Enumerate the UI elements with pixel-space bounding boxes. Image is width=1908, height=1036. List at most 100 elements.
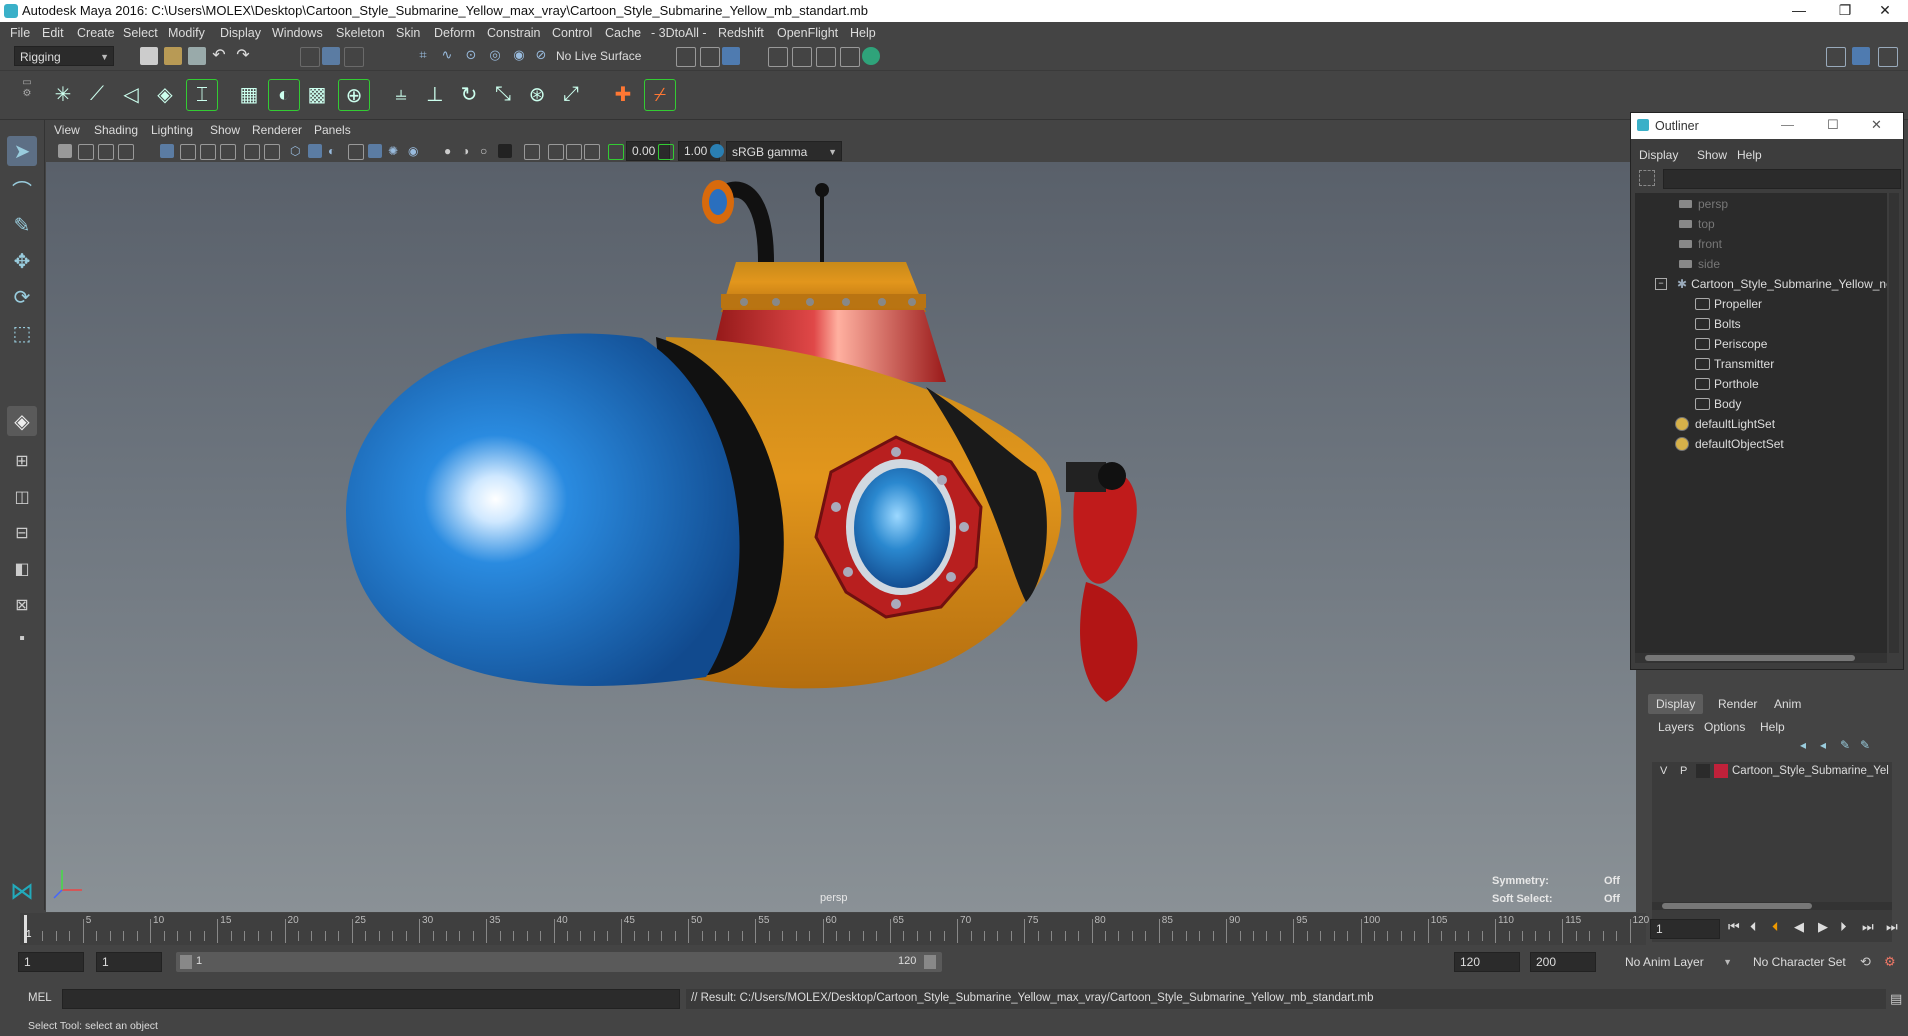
menu-control[interactable]: Control [552, 26, 592, 40]
attribute-editor-toggle-icon[interactable] [1878, 47, 1898, 67]
collapse-icon[interactable]: − [1655, 278, 1667, 290]
hud-toggle-icon[interactable]: ○ [480, 144, 494, 158]
outliner-filter-icon[interactable] [1639, 170, 1655, 186]
close-button[interactable]: ✕ [1862, 0, 1908, 22]
menu-skin[interactable]: Skin [396, 26, 420, 40]
outliner-item-porthole[interactable]: Porthole [1695, 375, 1759, 393]
layer-type-toggle[interactable] [1696, 764, 1710, 778]
select-hierarchy-icon[interactable] [300, 47, 320, 67]
range-slider-end-handle[interactable] [924, 955, 936, 969]
step-forward-icon[interactable]: ⏵ [1840, 919, 1847, 935]
menu-constrain[interactable]: Constrain [487, 26, 541, 40]
vp-menu-renderer[interactable]: Renderer [252, 123, 302, 137]
range-slider-start-handle[interactable] [180, 955, 192, 969]
field-chart-icon[interactable] [584, 144, 600, 160]
layer-color-swatch[interactable] [1714, 764, 1728, 778]
gamma-icon[interactable] [658, 144, 674, 160]
playback-end-field[interactable]: 120 [1454, 952, 1520, 972]
ik-spline-icon[interactable]: ◁ [116, 79, 146, 109]
motion-blur-icon[interactable]: ✺ [388, 144, 402, 158]
color-space-dropdown[interactable]: sRGB gamma ▼ [726, 141, 842, 161]
outliner-titlebar[interactable]: Outliner — ☐ ✕ [1631, 113, 1903, 139]
script-language-toggle[interactable]: MEL [28, 992, 52, 1004]
persp-outliner-icon[interactable]: ◧ [7, 554, 37, 584]
xray-icon[interactable] [308, 144, 322, 158]
outliner-item-front[interactable]: front [1679, 235, 1722, 253]
step-forward-key-icon[interactable]: ⏭ [1862, 919, 1874, 935]
shade-wire-icon[interactable] [200, 144, 216, 160]
snap-grid-icon[interactable]: ⌗ [414, 47, 432, 65]
color-management-icon[interactable] [710, 144, 724, 158]
outliner-item-transmitter[interactable]: Transmitter [1695, 355, 1774, 373]
new-scene-icon[interactable] [140, 47, 158, 65]
layer-menu-layers[interactable]: Layers [1658, 720, 1694, 734]
orient-constraint-icon[interactable]: ↻ [454, 79, 484, 109]
menu-help[interactable]: Help [850, 26, 876, 40]
menu-3dtoall[interactable]: - 3DtoAll - [651, 26, 707, 40]
scene-end-field[interactable]: 200 [1530, 952, 1596, 972]
outliner-maximize-button[interactable]: ☐ [1827, 117, 1839, 133]
outliner-vscrollbar[interactable] [1889, 193, 1899, 653]
script-editor-icon[interactable]: ▤ [1890, 991, 1902, 1007]
layer-visibility-toggle[interactable]: V [1660, 765, 1667, 777]
minimize-button[interactable]: — [1776, 0, 1822, 22]
hypershade-icon[interactable] [862, 47, 880, 65]
redo-icon[interactable]: ↷ [234, 47, 252, 65]
isolate-icon[interactable]: ⬡ [290, 144, 304, 158]
select-component-icon[interactable] [344, 47, 364, 67]
select-tool-icon[interactable]: ➤ [7, 136, 37, 166]
hypershade-layout-icon[interactable]: ⊠ [7, 590, 37, 620]
move-tool-icon[interactable]: ✥ [7, 246, 37, 276]
select-object-icon[interactable] [322, 47, 340, 65]
aim-constraint-icon[interactable]: ⊛ [522, 79, 552, 109]
single-view-icon[interactable]: ◈ [7, 406, 37, 436]
vp-menu-shading[interactable]: Shading [94, 123, 138, 137]
viewport-persp[interactable]: persp Symmetry: Off Soft Select: Off [46, 162, 1636, 912]
vp-menu-lighting[interactable]: Lighting [151, 123, 193, 137]
safe-action-icon[interactable] [566, 144, 582, 160]
vp-menu-view[interactable]: View [54, 123, 80, 137]
xray-active-icon[interactable] [348, 144, 364, 160]
undo-icon[interactable]: ↶ [210, 47, 228, 65]
outliner-search-input[interactable] [1663, 169, 1901, 189]
grid-toggle-icon[interactable]: ◑ [462, 144, 476, 158]
move-layer-down-icon[interactable]: ◂ [1820, 738, 1826, 752]
menu-edit[interactable]: Edit [42, 26, 64, 40]
channel-box-toggle-icon[interactable] [1852, 47, 1870, 65]
menuset-dropdown[interactable]: Rigging ▼ [14, 46, 114, 66]
parent-constraint-icon[interactable]: ⫨ [386, 79, 416, 109]
go-to-end-icon[interactable]: ⏭ [1886, 919, 1898, 935]
point-constraint-icon[interactable]: ⊥ [420, 79, 450, 109]
render-frame-icon[interactable] [792, 47, 812, 67]
persp-graph-icon[interactable]: ⊟ [7, 518, 37, 548]
outliner-item-objectset[interactable]: defaultObjectSet [1675, 435, 1784, 453]
lattice-icon[interactable]: ◐ [268, 79, 300, 111]
menu-file[interactable]: File [10, 26, 30, 40]
menu-redshift[interactable]: Redshift [718, 26, 764, 40]
ssao-icon[interactable] [368, 144, 382, 158]
set-driven-key-icon[interactable]: ⌿ [644, 79, 676, 111]
menu-deform[interactable]: Deform [434, 26, 475, 40]
output-ops-icon[interactable] [700, 47, 720, 67]
outliner-item-persp[interactable]: persp [1679, 195, 1728, 213]
camera-attributes-icon[interactable] [58, 144, 72, 158]
go-to-start-icon[interactable]: ⏮ [1728, 919, 1740, 935]
open-scene-icon[interactable] [164, 47, 182, 65]
menu-openflight[interactable]: OpenFlight [777, 26, 838, 40]
character-set-dropdown[interactable]: No Character Set [1748, 952, 1858, 972]
outliner-item-propeller[interactable]: Propeller [1695, 295, 1762, 313]
custom-layout-icon[interactable]: ▪ [7, 624, 37, 654]
pole-vector-icon[interactable]: ⤢ [556, 79, 586, 109]
vp-menu-show[interactable]: Show [210, 123, 240, 137]
tab-display[interactable]: Display [1648, 694, 1704, 714]
outliner-menu-display[interactable]: Display [1639, 148, 1678, 162]
textured-icon[interactable] [220, 144, 236, 160]
playback-start-field[interactable]: 1 [96, 952, 162, 972]
preferences-icon[interactable]: ⚙ [1884, 954, 1896, 970]
scale-constraint-icon[interactable]: ⤡ [488, 79, 518, 109]
command-input[interactable] [62, 989, 680, 1009]
outliner-item-top[interactable]: top [1679, 215, 1715, 233]
new-layer-icon[interactable]: ✎ [1840, 738, 1850, 752]
nonlinear-icon[interactable]: ⊕ [338, 79, 370, 111]
xray-joints-icon[interactable]: ◐ [328, 144, 342, 158]
